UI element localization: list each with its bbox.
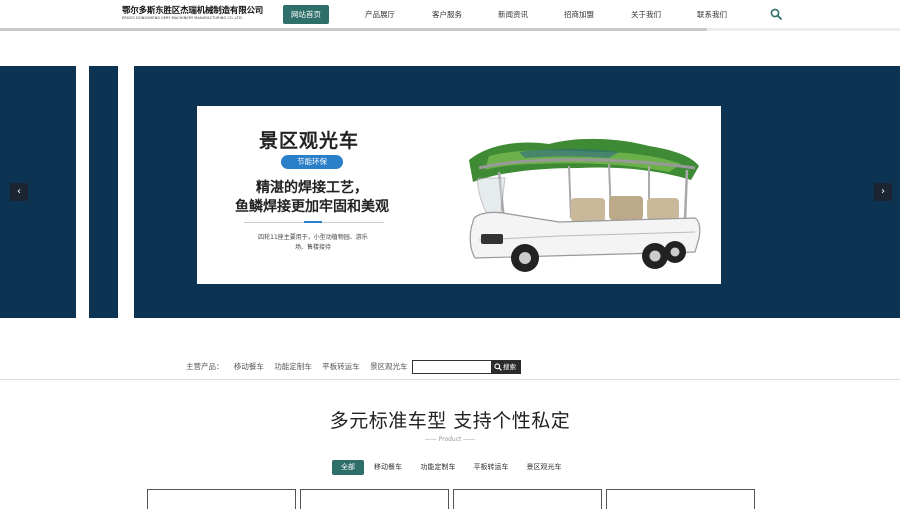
product-card[interactable] xyxy=(453,489,602,509)
scroll-progress-fill xyxy=(0,28,707,31)
product-tabs: 全部 移动餐车 功能定制车 平板转运车 景区观光车 xyxy=(0,460,900,475)
hero-banner: 景区观光车 节能环保 精湛的焊接工艺， 鱼鳞焊接更加牢固和美观 四轮11座主要用… xyxy=(0,66,900,318)
banner-stripe xyxy=(76,66,89,318)
nav-item-news[interactable]: 新闻资讯 xyxy=(493,5,533,24)
main-product-link[interactable]: 平板转运车 xyxy=(322,362,360,371)
banner-stripe xyxy=(118,66,134,318)
banner-title: 景区观光车 xyxy=(259,130,360,152)
nav-item-franchise[interactable]: 招商加盟 xyxy=(559,5,599,24)
nav-item-service[interactable]: 客户服务 xyxy=(427,5,467,24)
search-icon xyxy=(494,363,502,371)
section-divider xyxy=(0,379,900,380)
banner-headline-2: 鱼鳞焊接更加牢固和美观 xyxy=(235,199,389,215)
banner-description: 四轮11座主要用于，小型动植物园、游乐场、售楼接待 xyxy=(258,234,368,251)
main-product-link[interactable]: 功能定制车 xyxy=(274,362,312,371)
scroll-progress-bar xyxy=(0,28,900,31)
banner-badge: 节能环保 xyxy=(281,155,343,169)
banner-headline-1: 精湛的焊接工艺， xyxy=(256,180,368,196)
search-button[interactable]: 搜索 xyxy=(491,360,521,374)
main-products-label: 主营产品： xyxy=(186,362,224,371)
banner-prev-button[interactable]: ‹ xyxy=(10,183,28,201)
banner-divider-accent xyxy=(304,221,322,223)
product-card[interactable] xyxy=(300,489,449,509)
tab-mobile-dining-car[interactable]: 移动餐车 xyxy=(370,460,406,475)
nav-item-products[interactable]: 产品展厅 xyxy=(360,5,400,24)
sightseeing-cart-image xyxy=(469,138,701,272)
nav-item-contact[interactable]: 联系我们 xyxy=(692,5,732,24)
product-card[interactable] xyxy=(147,489,296,509)
search-button-label: 搜索 xyxy=(503,363,516,371)
banner-next-button[interactable]: › xyxy=(874,183,892,201)
main-products-row: 主营产品： 移动餐车 功能定制车 平板转运车 景区观光车 xyxy=(186,361,416,373)
tab-custom-function-car[interactable]: 功能定制车 xyxy=(418,460,458,475)
nav-item-home[interactable]: 网站首页 xyxy=(283,5,329,24)
main-nav: 网站首页 产品展厅 客户服务 新闻资讯 招商加盟 关于我们 联系我们 xyxy=(0,5,900,25)
search-input[interactable] xyxy=(412,360,492,374)
banner-card[interactable]: 景区观光车 节能环保 精湛的焊接工艺， 鱼鳞焊接更加牢固和美观 四轮11座主要用… xyxy=(197,106,721,284)
section-subtitle: —— Product —— xyxy=(424,436,476,443)
main-product-link[interactable]: 景区观光车 xyxy=(370,362,408,371)
product-card[interactable] xyxy=(606,489,755,509)
tab-flatbed-transfer-car[interactable]: 平板转运车 xyxy=(471,460,511,475)
tab-sightseeing-car[interactable]: 景区观光车 xyxy=(524,460,564,475)
main-product-link[interactable]: 移动餐车 xyxy=(234,362,264,371)
section-title: 多元标准车型 支持个性私定 xyxy=(329,410,571,432)
nav-item-about[interactable]: 关于我们 xyxy=(626,5,666,24)
tab-all[interactable]: 全部 xyxy=(332,460,364,475)
search-icon[interactable] xyxy=(770,8,782,20)
site-header: 鄂尔多斯东胜区杰瑞机械制造有限公司 ERDOS DONGSHENG JIERY … xyxy=(0,0,900,30)
